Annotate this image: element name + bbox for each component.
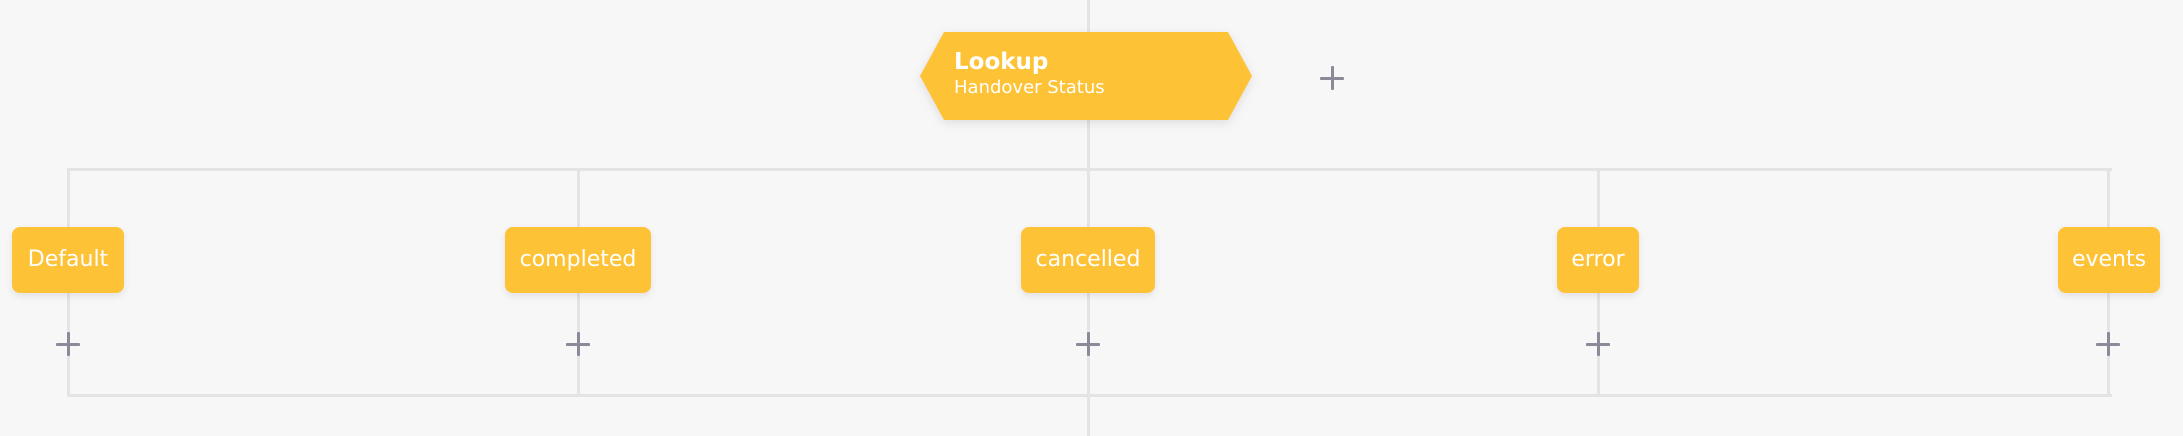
lookup-node-shape xyxy=(920,32,1252,120)
add-step-cancelled-plus-icon[interactable] xyxy=(1074,330,1102,358)
branch-node-events[interactable]: events xyxy=(2058,227,2160,293)
add-step-default-plus-icon[interactable] xyxy=(54,330,82,358)
lookup-node-subtitle: Handover Status xyxy=(954,77,1105,98)
connector-lookup-down xyxy=(1087,120,1090,170)
add-step-after-lookup-plus-icon[interactable] xyxy=(1318,64,1346,92)
branch-node-error[interactable]: error xyxy=(1557,227,1639,293)
add-step-completed-plus-icon[interactable] xyxy=(564,330,592,358)
add-step-events-plus-icon[interactable] xyxy=(2094,330,2122,358)
connector-bottom-stub xyxy=(1087,394,1090,436)
lookup-node[interactable]: Lookup Handover Status xyxy=(920,32,1252,120)
connector-top-stub xyxy=(1087,0,1090,32)
branch-node-completed[interactable]: completed xyxy=(505,227,651,293)
lookup-node-title: Lookup xyxy=(954,49,1049,75)
branch-node-cancelled[interactable]: cancelled xyxy=(1021,227,1155,293)
flow-canvas: Lookup Handover Status Default completed… xyxy=(0,0,2183,436)
branch-node-default[interactable]: Default xyxy=(12,227,124,293)
add-step-error-plus-icon[interactable] xyxy=(1584,330,1612,358)
